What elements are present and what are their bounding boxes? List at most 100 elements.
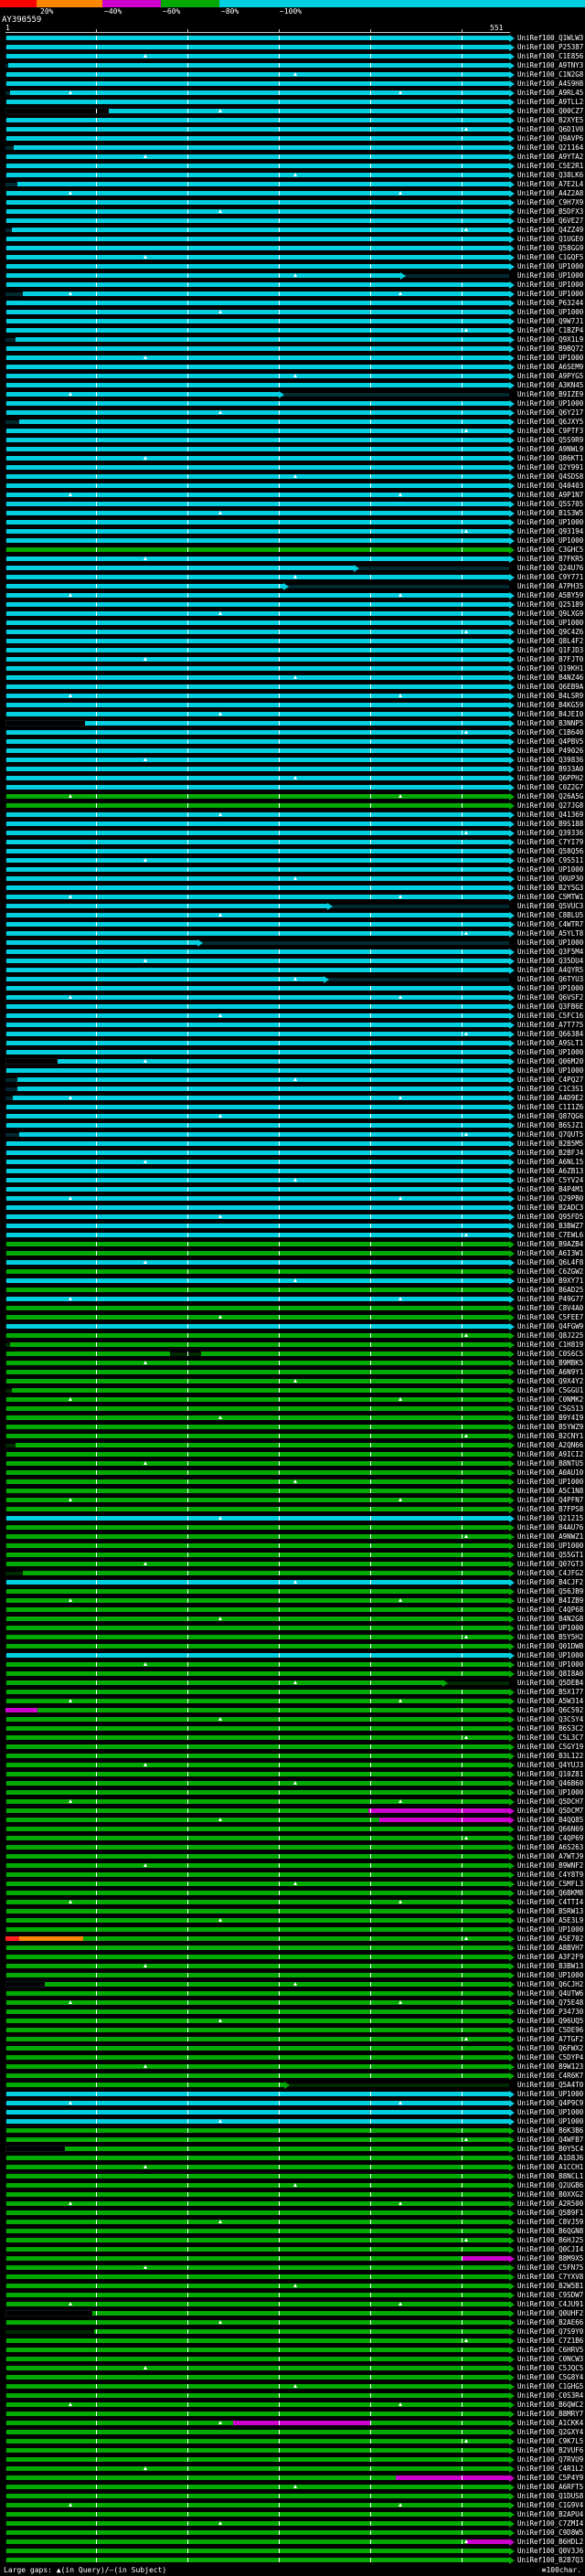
hit-label[interactable]: UniRef100_B8NTU5: [517, 1459, 583, 1468]
hit-label[interactable]: UniRef100_B4IZB9: [517, 1596, 583, 1606]
hit-label[interactable]: UniRef100_B4CJF2: [517, 1578, 583, 1587]
hit-row[interactable]: UniRef100_C1N2G8: [0, 70, 585, 80]
hit-label[interactable]: UniRef100_Q6CJH2: [517, 1980, 583, 1989]
hit-row[interactable]: UniRef100_A7TGF2: [0, 2035, 585, 2044]
hit-row[interactable]: UniRef100_UP1000...: [0, 938, 585, 948]
hit-label[interactable]: UniRef100_UP1000...: [517, 354, 583, 363]
hit-row[interactable]: UniRef100_C4R1L2: [0, 2465, 585, 2474]
hit-row[interactable]: UniRef100_UP1000...: [0, 2117, 585, 2126]
hit-row[interactable]: UniRef100_Q24U76: [0, 564, 585, 573]
hit-row[interactable]: UniRef100_Q21164: [0, 143, 585, 153]
hit-label[interactable]: UniRef100_UP1000...: [517, 1624, 583, 1633]
hit-row[interactable]: UniRef100_UP1000...: [0, 281, 585, 290]
hit-row[interactable]: UniRef100_UP1000...: [0, 1066, 585, 1076]
hit-row[interactable]: UniRef100_Q96UQ5: [0, 2017, 585, 2026]
hit-row[interactable]: UniRef100_C7Z1B6: [0, 2337, 585, 2346]
hit-row[interactable]: UniRef100_Q5DCH7: [0, 1797, 585, 1807]
hit-row[interactable]: UniRef100_B9AZB4: [0, 1240, 585, 1249]
hit-row[interactable]: UniRef100_A8BVH7: [0, 1944, 585, 1953]
hit-row[interactable]: UniRef100_UP1000...: [0, 354, 585, 363]
hit-row[interactable]: UniRef100_UP1000...: [0, 1971, 585, 1980]
hit-row[interactable]: UniRef100_UP1000...: [0, 308, 585, 317]
hit-label[interactable]: UniRef100_UP1000...: [517, 308, 583, 317]
hit-label[interactable]: UniRef100_B4KG59: [517, 701, 583, 710]
hit-row[interactable]: UniRef100_A9PYG5: [0, 372, 585, 381]
hit-row[interactable]: UniRef100_Q6L4F8: [0, 1258, 585, 1267]
hit-label[interactable]: UniRef100_Q2GXY4: [517, 2428, 583, 2437]
hit-label[interactable]: UniRef100_A5C1N8: [517, 1487, 583, 1496]
hit-label[interactable]: UniRef100_P49G77: [517, 1295, 583, 1304]
hit-label[interactable]: UniRef100_Q3F5M4: [517, 948, 583, 957]
hit-label[interactable]: UniRef100_C0NMK2: [517, 1395, 583, 1405]
hit-row[interactable]: UniRef100_C0NMK2: [0, 1395, 585, 1405]
hit-label[interactable]: UniRef100_C1BZP4: [517, 326, 583, 335]
hit-row[interactable]: UniRef100_P63244: [0, 299, 585, 308]
hit-row[interactable]: UniRef100_A9TLL2: [0, 98, 585, 107]
hit-label[interactable]: UniRef100_B2BFJ4: [517, 1149, 583, 1158]
hit-row[interactable]: UniRef100_A7T775: [0, 1021, 585, 1030]
hit-row[interactable]: UniRef100_UP1000...: [0, 518, 585, 527]
hit-label[interactable]: UniRef100_A5E3L9: [517, 1916, 583, 1925]
hit-row[interactable]: UniRef100_A4Z2A8: [0, 189, 585, 198]
hit-row[interactable]: UniRef100_Q6JXY5: [0, 418, 585, 427]
hit-row[interactable]: UniRef100_C4QP68: [0, 1606, 585, 1615]
hit-label[interactable]: UniRef100_Q6C592: [517, 1706, 583, 1715]
hit-row[interactable]: UniRef100_UP1000...: [0, 536, 585, 546]
hit-row[interactable]: UniRef100_UP1000...: [0, 290, 585, 299]
hit-row[interactable]: UniRef100_C1C3S1: [0, 1085, 585, 1094]
hit-row[interactable]: UniRef100_C4WTR7: [0, 920, 585, 929]
hit-label[interactable]: UniRef100_UP1000...: [517, 262, 583, 271]
hit-row[interactable]: UniRef100_C9PTF3: [0, 427, 585, 436]
hit-row[interactable]: UniRef100_Q6BKM8: [0, 1889, 585, 1898]
hit-label[interactable]: UniRef100_Q0UP30: [517, 875, 583, 884]
hit-row[interactable]: UniRef100_C4JFG2: [0, 1569, 585, 1578]
hit-label[interactable]: UniRef100_Q46B60: [517, 1779, 583, 1788]
hit-label[interactable]: UniRef100_B9XY71: [517, 1277, 583, 1286]
hit-label[interactable]: UniRef100_B1S3W5: [517, 509, 583, 518]
hit-row[interactable]: UniRef100_A9YTA2: [0, 153, 585, 162]
hit-row[interactable]: UniRef100_Q40403: [0, 482, 585, 491]
hit-row[interactable]: UniRef100_P49026: [0, 747, 585, 756]
hit-label[interactable]: UniRef100_A1D8J6: [517, 2154, 583, 2163]
hit-row[interactable]: UniRef100_Q4FGW9: [0, 1322, 585, 1331]
hit-row[interactable]: UniRef100_A6I3W1: [0, 1249, 585, 1258]
hit-row[interactable]: UniRef100_UP1000...: [0, 262, 585, 271]
hit-label[interactable]: UniRef100_A7TGF2: [517, 2035, 583, 2044]
hit-label[interactable]: UniRef100_B933A0: [517, 765, 583, 774]
hit-row[interactable]: UniRef100_Q93194: [0, 527, 585, 536]
hit-row[interactable]: UniRef100_Q1WLW3: [0, 34, 585, 43]
hit-row[interactable]: UniRef100_Q7QUT5: [0, 1130, 585, 1140]
hit-row[interactable]: UniRef100_C5DE96: [0, 2026, 585, 2035]
hit-row[interactable]: UniRef100_B9MBK5: [0, 1359, 585, 1368]
hit-label[interactable]: UniRef100_B7FKR5: [517, 555, 583, 564]
hit-label[interactable]: UniRef100_Q4WFB7: [517, 2136, 583, 2145]
hit-label[interactable]: UniRef100_Q2Y991: [517, 463, 583, 472]
hit-label[interactable]: UniRef100_Q9AVP6: [517, 134, 583, 143]
hit-label[interactable]: UniRef100_Q87QG6: [517, 1112, 583, 1121]
hit-row[interactable]: UniRef100_Q1FJD3: [0, 646, 585, 655]
hit-row[interactable]: UniRef100_UP1000...: [0, 2090, 585, 2099]
hit-label[interactable]: UniRef100_Q93194: [517, 527, 583, 536]
hit-label[interactable]: UniRef100_Q3CSY4: [517, 1715, 583, 1724]
hit-label[interactable]: UniRef100_Q9X1L9: [517, 335, 583, 345]
hit-label[interactable]: UniRef100_Q8I8A0: [517, 1670, 583, 1679]
hit-label[interactable]: UniRef100_C4PQ27: [517, 1076, 583, 1085]
hit-label[interactable]: UniRef100_C9SDW7: [517, 2291, 583, 2300]
hit-label[interactable]: UniRef100_B2AE66: [517, 2318, 583, 2327]
hit-row[interactable]: UniRef100_B3L122: [0, 1752, 585, 1761]
hit-label[interactable]: UniRef100_C6ZGW2: [517, 1267, 583, 1277]
hit-label[interactable]: UniRef100_UP1000...: [517, 2117, 583, 2126]
hit-row[interactable]: UniRef100_B7FJT0: [0, 655, 585, 664]
hit-row[interactable]: UniRef100_C7EWL6: [0, 1231, 585, 1240]
hit-label[interactable]: UniRef100_B5RW13: [517, 1907, 583, 1916]
hit-row[interactable]: UniRef100_B4CJF2: [0, 1578, 585, 1587]
hit-row[interactable]: UniRef100_B4QQ85: [0, 1816, 585, 1825]
hit-row[interactable]: UniRef100_Q5A4T0: [0, 2081, 585, 2090]
hit-row[interactable]: UniRef100_C6ZGW2: [0, 1267, 585, 1277]
hit-row[interactable]: UniRef100_A5W314: [0, 1697, 585, 1706]
hit-row[interactable]: UniRef100_B0Y5C4: [0, 2145, 585, 2154]
hit-label[interactable]: UniRef100_A7T775: [517, 1021, 583, 1030]
hit-label[interactable]: UniRef100_Q2UGB6: [517, 2181, 583, 2190]
hit-label[interactable]: UniRef100_C5YV24: [517, 1176, 583, 1185]
hit-row[interactable]: UniRef100_B9S188: [0, 820, 585, 829]
